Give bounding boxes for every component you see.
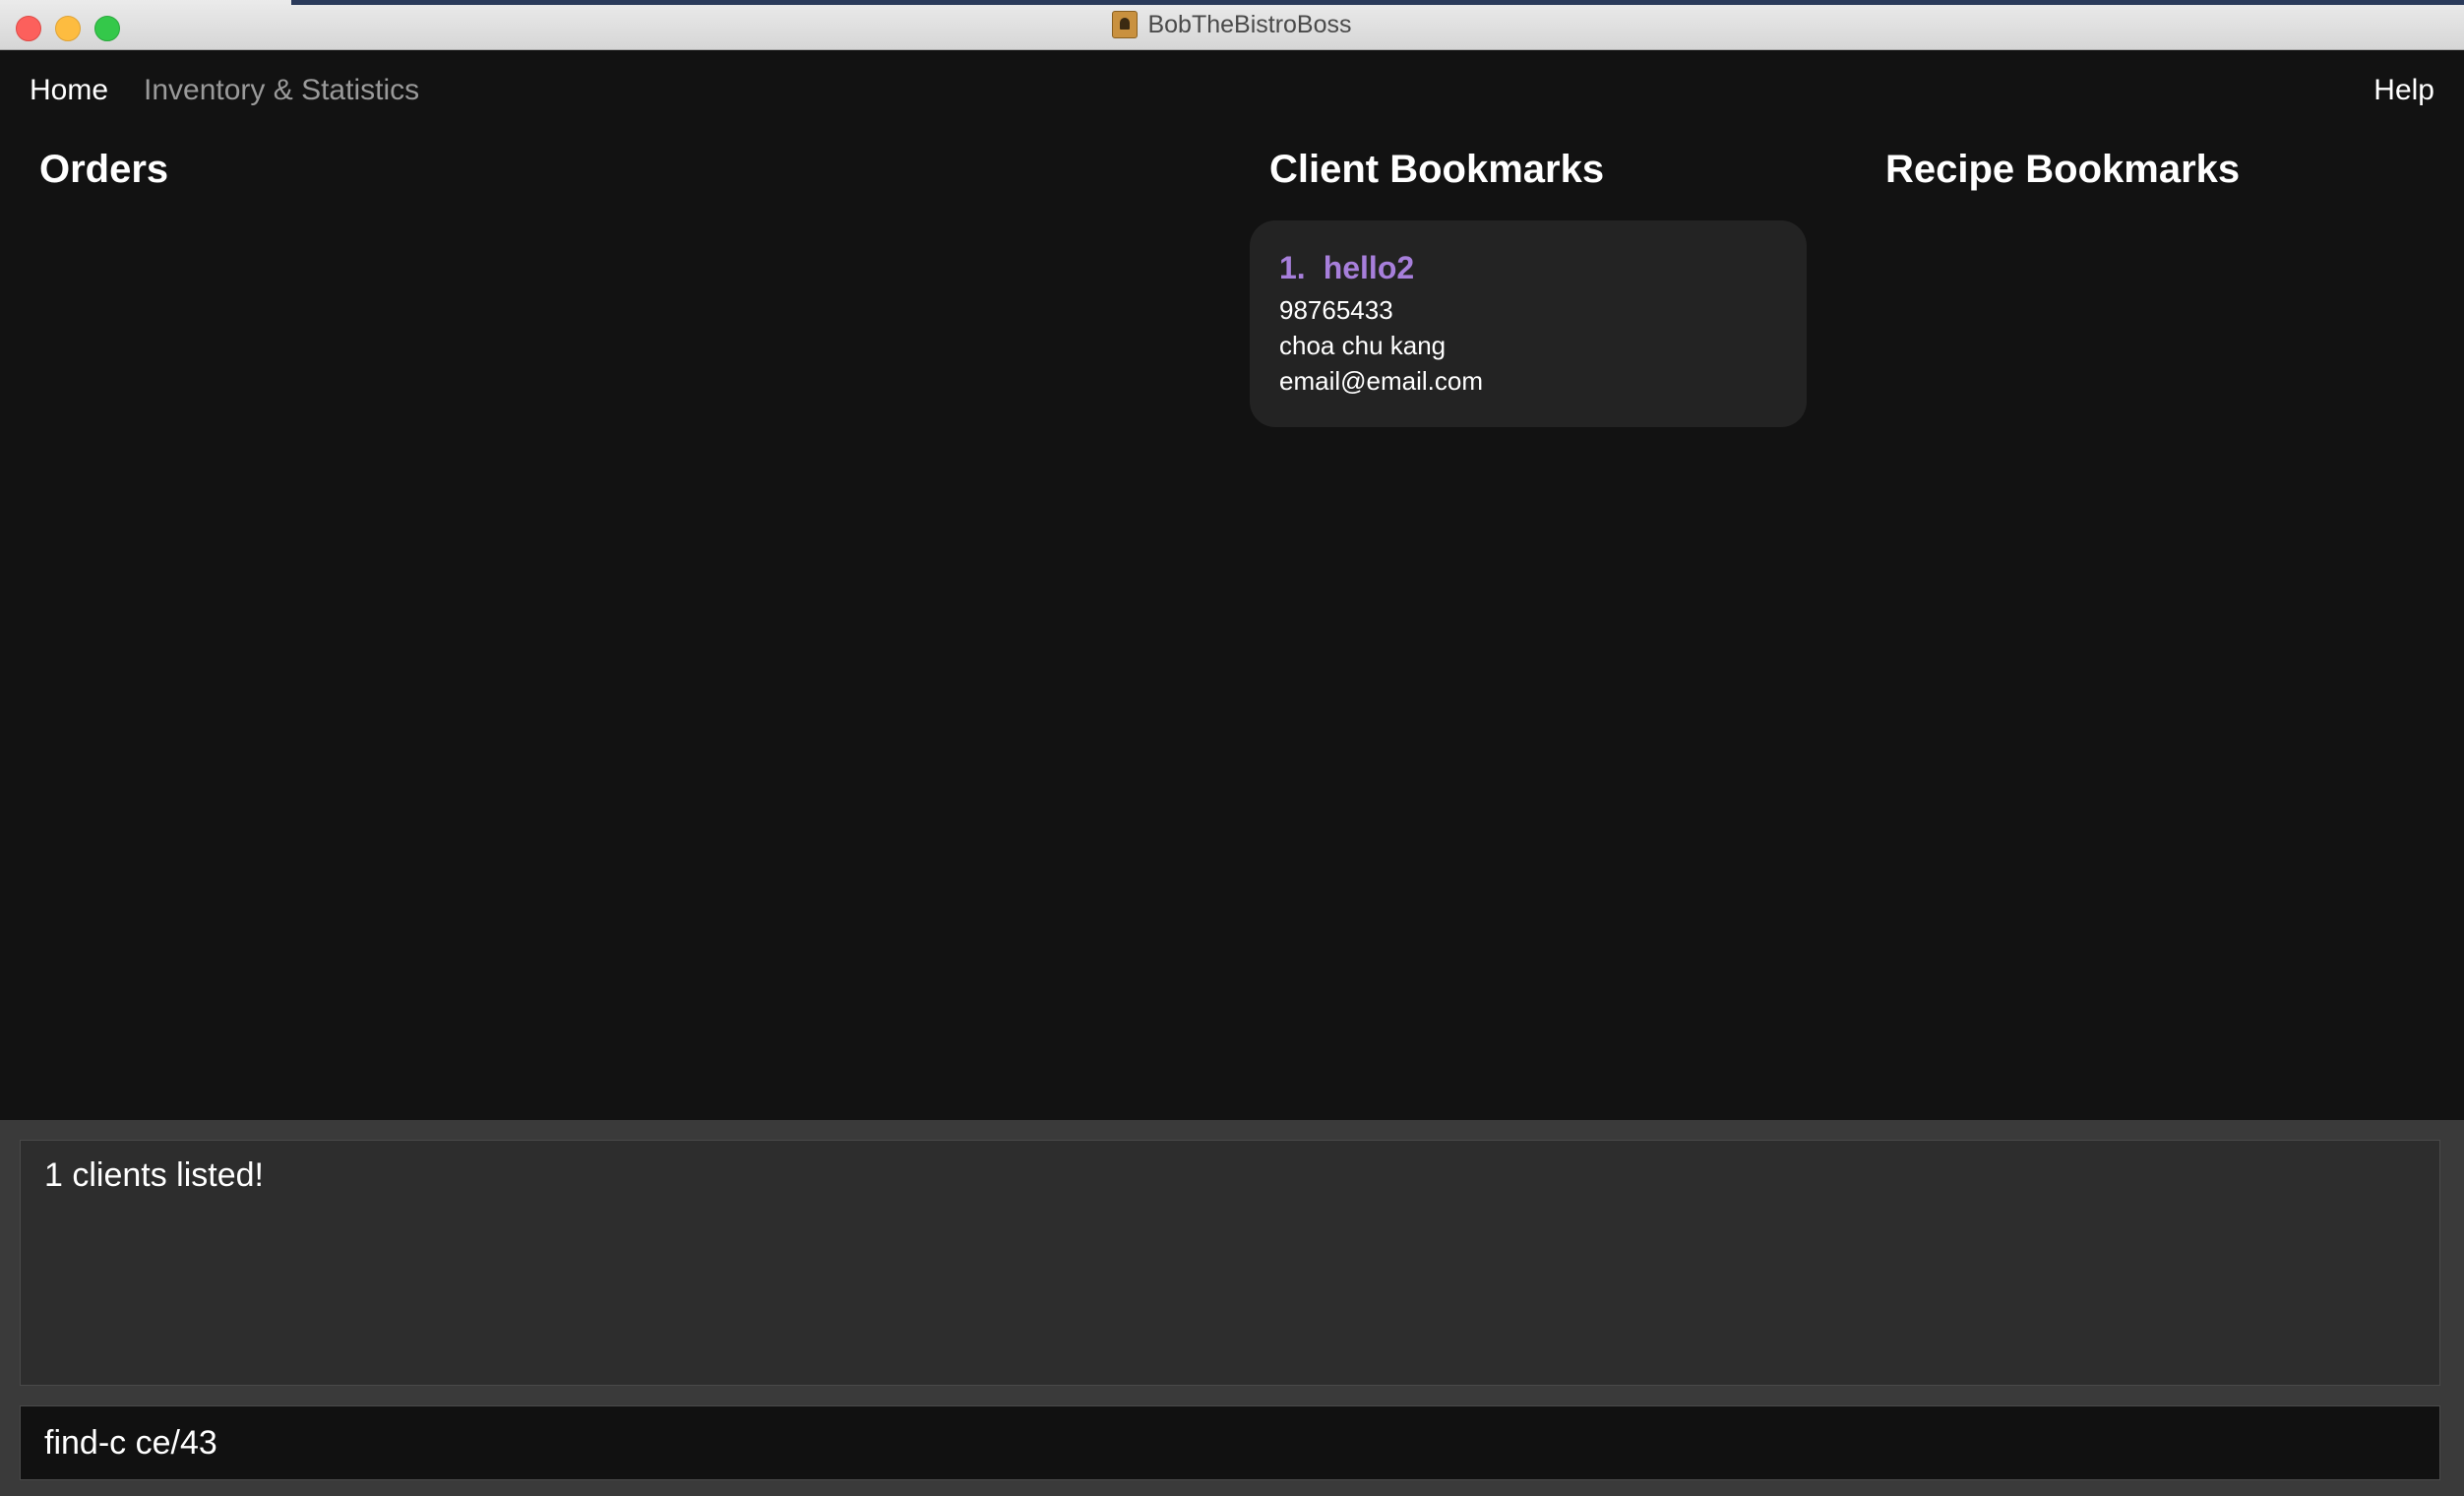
client-phone: 98765433 xyxy=(1279,295,1393,325)
orders-heading: Orders xyxy=(39,148,169,191)
client-bookmark-card[interactable]: 1. hello2 98765433 choa chu kang email@em… xyxy=(1250,220,1807,427)
menu-inventory-statistics[interactable]: Inventory & Statistics xyxy=(144,74,419,107)
client-address: choa chu kang xyxy=(1279,331,1447,360)
client-bookmarks-heading: Client Bookmarks xyxy=(1269,148,1605,191)
recipe-bookmarks-heading: Recipe Bookmarks xyxy=(1885,148,2241,191)
client-email: email@email.com xyxy=(1279,366,1483,396)
menu-home[interactable]: Home xyxy=(30,74,108,107)
title-group: BobTheBistroBoss xyxy=(0,0,2464,49)
contact-book-icon xyxy=(1112,11,1139,38)
menu-bar: Home Inventory & Statistics Help xyxy=(0,50,2464,139)
title-bar[interactable]: BobTheBistroBoss xyxy=(0,0,2464,50)
command-input[interactable] xyxy=(20,1405,2440,1480)
app-window: BobTheBistroBoss Home Inventory & Statis… xyxy=(0,0,2464,1496)
window-title: BobTheBistroBoss xyxy=(1147,10,1352,38)
menu-help[interactable]: Help xyxy=(2373,74,2434,107)
client-name-row: 1. hello2 xyxy=(1279,250,1414,286)
result-display[interactable]: 1 clients listed! xyxy=(20,1140,2440,1386)
client-name: hello2 xyxy=(1323,250,1415,285)
result-message: 1 clients listed! xyxy=(44,1156,264,1194)
client-index: 1. xyxy=(1279,250,1306,285)
